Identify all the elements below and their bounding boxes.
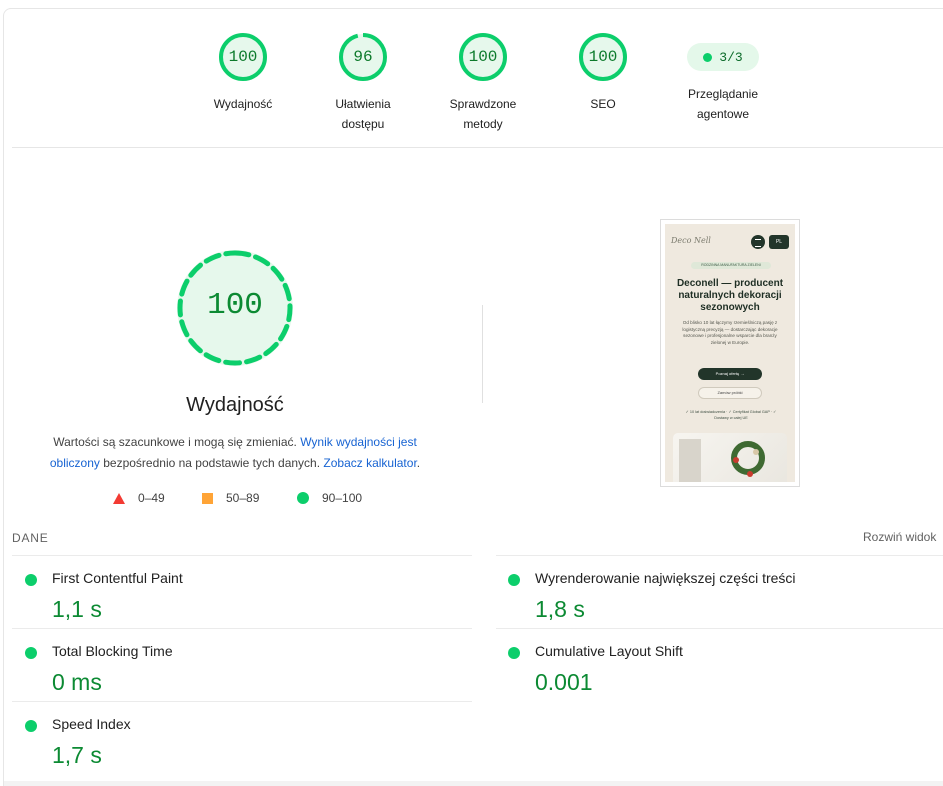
metric-speed-index: Speed Index 1,7 s [25, 710, 465, 780]
legend-item-pass: 90–100 [297, 491, 362, 505]
legend-range: 0–49 [138, 491, 165, 505]
metrics-divider [12, 555, 472, 556]
gauge-label: Sprawdzone metody [449, 97, 517, 131]
legend-range: 50–89 [226, 491, 260, 505]
gauge-label: Ułatwienia dostępu [335, 97, 391, 131]
language-badge: PL [769, 235, 789, 249]
metric-title: Speed Index [52, 716, 131, 732]
triangle-fail-icon [113, 492, 125, 504]
metric-fcp: First Contentful Paint 1,1 s [25, 564, 465, 634]
performance-description: Wartości są szacunkowe i mogą się zmieni… [36, 432, 434, 474]
score-value: 96 [353, 48, 373, 66]
gauge-label: Wydajność [213, 97, 273, 111]
site-secondary-button: Zamów próbki [698, 387, 762, 399]
circle-pass-icon [25, 720, 37, 732]
gauge-agentic-browsing[interactable]: 3/3 Przeglądanie agentowe [673, 32, 773, 124]
metric-value: 0.001 [535, 669, 593, 695]
gauge-accessibility[interactable]: 96 Ułatwienia dostępu [313, 32, 413, 134]
metrics-section-label: DANE [12, 531, 49, 545]
score-ring: 100 [578, 32, 628, 82]
gauge-seo[interactable]: 100 SEO [553, 32, 653, 114]
desc-text: bezpośrednio na podstawie tych danych. [99, 456, 324, 470]
agent-score-pill: 3/3 [687, 43, 759, 71]
metric-value: 0 ms [52, 669, 102, 695]
final-screenshot-thumbnail[interactable]: Deco Nell PL RODZINNA MANUFAKTURA ZIELEN… [660, 219, 800, 487]
score-value: 100 [588, 48, 618, 66]
site-checklist: ✓ 10 lat doświadczenia · ✓ Certyfikat Gl… [685, 410, 777, 420]
pass-dot-icon [703, 52, 713, 62]
calculator-link[interactable]: Zobacz kalkulator [323, 456, 416, 470]
site-heading: Deconell — producent naturalnych dekorac… [676, 278, 784, 313]
metric-title: First Contentful Paint [52, 570, 183, 586]
wreath-icon [731, 441, 765, 475]
bottom-strip [4, 781, 943, 786]
site-paragraph: Od blisko 10 lat łączymy rzemieślniczą p… [682, 320, 778, 345]
desc-text: Wartości są szacunkowe i mogą się zmieni… [53, 435, 301, 449]
score-ring: 100 [458, 32, 508, 82]
legend-range: 90–100 [322, 491, 363, 505]
metric-title: Total Blocking Time [52, 643, 173, 659]
performance-title: Wydajność [186, 394, 284, 416]
metric-title: Cumulative Layout Shift [535, 643, 683, 659]
site-logo: Deco Nell [671, 236, 711, 245]
circle-pass-icon [25, 574, 37, 586]
performance-score: 100 [207, 288, 263, 323]
metric-value: 1,7 s [52, 742, 102, 768]
site-primary-button: Poznaj ofertę → [698, 368, 762, 380]
score-legend: 0–49 50–89 90–100 [0, 491, 470, 509]
gauge-performance[interactable]: 100 Wydajność [193, 32, 293, 114]
legend-item-fail: 0–49 [113, 491, 165, 505]
header-divider [12, 147, 943, 148]
metric-cls: Cumulative Layout Shift 0.001 [508, 637, 943, 707]
gauge-label: Przeglądanie agentowe [687, 87, 759, 121]
metrics-divider [496, 628, 943, 629]
square-average-icon [202, 492, 213, 504]
vertical-separator [482, 305, 483, 403]
metrics-divider [496, 555, 943, 556]
legend-item-average: 50–89 [202, 491, 259, 505]
score-ring: 100 [218, 32, 268, 82]
metric-tbt: Total Blocking Time 0 ms [25, 637, 465, 707]
circle-pass-icon [508, 574, 520, 586]
expand-view-toggle[interactable]: Rozwiń widok [863, 530, 936, 544]
site-badge: RODZINNA MANUFAKTURA ZIELENI [691, 262, 771, 269]
desc-text: . [416, 456, 421, 470]
circle-pass-icon [297, 492, 309, 504]
performance-big-gauge: 100 [173, 246, 297, 370]
score-value: 100 [228, 48, 258, 66]
metrics-divider [12, 701, 472, 702]
gauge-best-practices[interactable]: 100 Sprawdzone metody [433, 32, 533, 134]
wreath-photo [673, 433, 787, 482]
metric-value: 1,1 s [52, 596, 102, 622]
hamburger-menu-icon [751, 235, 765, 249]
door-shape [679, 439, 701, 482]
metric-value: 1,8 s [535, 596, 585, 622]
circle-pass-icon [508, 647, 520, 659]
score-value: 100 [468, 48, 498, 66]
metric-lcp: Wyrenderowanie największej części treści… [508, 564, 943, 634]
metric-title: Wyrenderowanie największej części treści [535, 570, 796, 586]
metrics-divider [12, 628, 472, 629]
screenshot-page: Deco Nell PL RODZINNA MANUFAKTURA ZIELEN… [665, 224, 795, 482]
gauge-label: SEO [590, 97, 616, 111]
score-ring: 96 [338, 32, 388, 82]
agent-score-value: 3/3 [719, 49, 743, 65]
circle-pass-icon [25, 647, 37, 659]
